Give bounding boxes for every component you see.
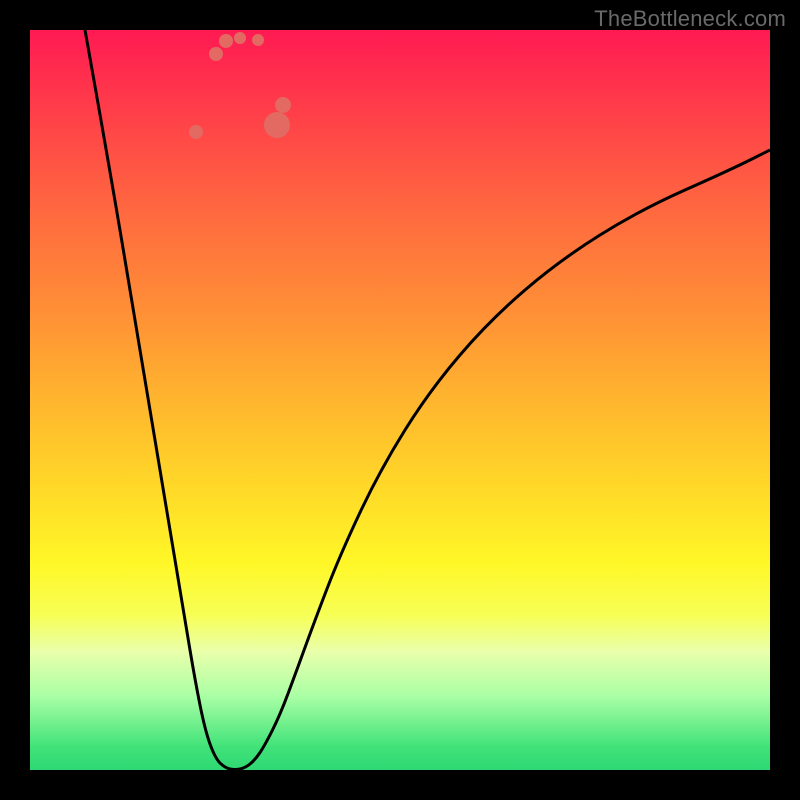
marker-bottom-1	[234, 32, 246, 44]
marker-left-high	[189, 125, 203, 139]
bottleneck-curve	[85, 30, 770, 770]
marker-right-blob	[264, 112, 290, 138]
watermark-text: TheBottleneck.com	[594, 6, 786, 32]
chart-svg	[30, 30, 770, 770]
marker-left-low-2	[219, 34, 233, 48]
markers-group	[189, 32, 291, 139]
marker-right-tail	[275, 97, 291, 113]
plot-area	[30, 30, 770, 770]
outer-frame: TheBottleneck.com	[0, 0, 800, 800]
marker-bottom-2	[252, 34, 264, 46]
marker-left-low-1	[209, 47, 223, 61]
